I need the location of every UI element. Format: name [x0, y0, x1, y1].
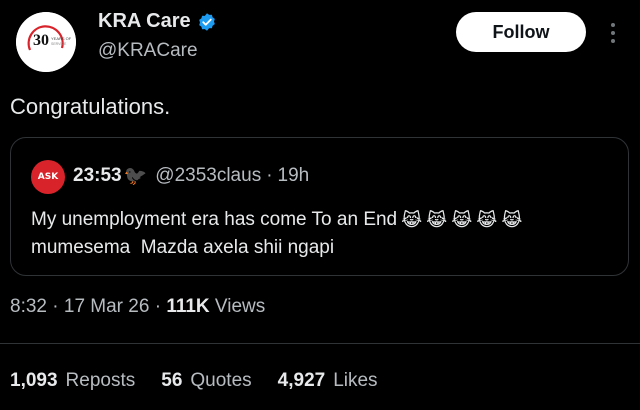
cat-tears-of-joy-icon: 😹	[501, 210, 523, 230]
reposts-count[interactable]: 1,093	[10, 370, 58, 392]
more-options-icon[interactable]	[606, 20, 620, 46]
tweet-date[interactable]: 17 Mar 26	[64, 296, 150, 317]
views-count: 111K	[166, 296, 210, 317]
engagement-stats: 1,093 Reposts 56 Quotes 4,927 Likes	[10, 370, 404, 392]
cat-tears-of-joy-icon: 😹	[401, 210, 423, 230]
cat-tears-of-joy-icon: 😹	[476, 210, 498, 230]
tweet-time[interactable]: 8:32	[10, 296, 47, 317]
svg-text:SERVICE: SERVICE	[51, 42, 67, 46]
svg-text:30: 30	[33, 32, 49, 49]
tweet-meta: 8:32 · 17 Mar 26 · 111K Views	[10, 296, 265, 318]
author-avatar[interactable]: 30 YEARS OF SERVICE	[16, 12, 76, 72]
quoted-author-avatar[interactable]: ASK	[31, 160, 65, 194]
cat-tears-of-joy-icon: 😹	[451, 210, 473, 230]
divider	[0, 343, 640, 344]
quoted-tweet-text: My unemployment era has come To an End 😹…	[31, 206, 611, 262]
cat-tears-of-joy-icon: 😹	[426, 210, 448, 230]
likes-count[interactable]: 4,927	[278, 370, 326, 392]
quoted-text-line-1: My unemployment era has come To an End	[31, 209, 398, 230]
quoted-tweet-card[interactable]: ASK 23:53 🐦‍⬛ @2353claus · 19h My unempl…	[10, 137, 629, 276]
quoted-timestamp[interactable]: 19h	[278, 165, 310, 187]
separator-dot: ·	[266, 165, 273, 186]
author-display-name[interactable]: KRA Care	[98, 10, 191, 33]
quotes-label[interactable]: Quotes	[190, 370, 251, 392]
likes-label[interactable]: Likes	[333, 370, 377, 392]
separator-dot: ·	[154, 296, 162, 317]
reposts-label[interactable]: Reposts	[66, 370, 136, 392]
quoted-tweet-header: 23:53 🐦‍⬛ @2353claus · 19h	[73, 164, 309, 188]
verified-badge-icon	[198, 12, 215, 31]
tweet-text: Congratulations.	[10, 94, 171, 119]
svg-text:YEARS OF: YEARS OF	[51, 36, 72, 41]
follow-button[interactable]: Follow	[456, 12, 586, 52]
views-label: Views	[214, 296, 266, 317]
kra-30-years-logo-icon: 30 YEARS OF SERVICE	[16, 12, 76, 72]
author-handle[interactable]: @KRACare	[98, 40, 198, 62]
author-name-row: KRA Care	[98, 10, 217, 33]
separator-dot: ·	[52, 296, 59, 317]
crow-emoji-icon: 🐦‍⬛	[123, 166, 148, 187]
quotes-count[interactable]: 56	[161, 370, 182, 392]
quoted-display-name[interactable]: 23:53	[73, 165, 122, 187]
quoted-text-line-2: mumesema Mazda axela shii ngapi	[31, 237, 335, 258]
quoted-handle[interactable]: @2353claus	[155, 165, 261, 187]
